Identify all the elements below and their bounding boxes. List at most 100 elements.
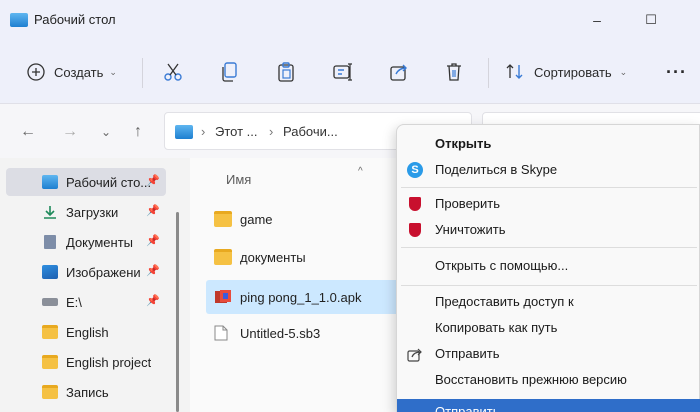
folder-icon: [214, 249, 232, 265]
context-menu: Открыть S Поделиться в Skype Проверить У…: [396, 124, 700, 412]
column-header-name[interactable]: Имя: [226, 172, 251, 187]
maximize-button[interactable]: ☐: [636, 8, 666, 32]
breadcrumb-this-pc[interactable]: Этот ...: [215, 124, 258, 139]
command-bar: Создать ⌄ Сортировать ⌄ ···: [0, 40, 700, 104]
pin-icon: 📌: [146, 295, 160, 307]
menu-item-label: Отправить: [435, 346, 500, 361]
menu-item-label: Проверить: [435, 196, 501, 211]
sort-label: Сортировать: [534, 64, 612, 80]
mcafee-icon: [409, 223, 421, 237]
rename-button[interactable]: [332, 58, 354, 86]
pin-icon: 📌: [146, 175, 160, 187]
drive-icon: [42, 298, 58, 306]
recent-locations-button[interactable]: ⌄: [96, 122, 116, 142]
share-icon: [407, 346, 423, 362]
cut-button[interactable]: [162, 58, 184, 86]
menu-item-send-to[interactable]: Отправить: [397, 399, 700, 412]
menu-item-share[interactable]: Отправить: [397, 341, 700, 367]
create-button[interactable]: Создать ⌄: [26, 58, 117, 86]
breadcrumb-separator: ›: [269, 124, 274, 139]
minimize-button[interactable]: –: [582, 8, 612, 32]
sidebar-item-zapis[interactable]: Запись: [6, 378, 166, 406]
forward-button[interactable]: →: [60, 122, 80, 142]
paste-button[interactable]: [276, 58, 296, 86]
folder-icon: [42, 325, 58, 339]
apk-icon: [214, 289, 232, 305]
sidebar-item-label: Запись: [66, 384, 109, 400]
menu-item-label: Поделиться в Skype: [435, 162, 558, 177]
folder-icon: [42, 355, 58, 369]
documents-icon: [44, 235, 56, 249]
toolbar-divider: [488, 58, 489, 88]
file-name: game: [240, 211, 273, 227]
file-name: ping pong_1_1.0.apk: [240, 289, 362, 305]
sidebar-item-label: E:\: [66, 294, 82, 310]
menu-item-share-skype[interactable]: S Поделиться в Skype: [397, 157, 700, 183]
sidebar-item-pictures[interactable]: Изображени 📌: [6, 258, 166, 286]
sidebar-item-label: Изображени: [66, 264, 141, 280]
pin-icon: 📌: [146, 235, 160, 247]
pictures-icon: [42, 265, 58, 279]
sidebar-item-drive-e[interactable]: E:\ 📌: [6, 288, 166, 316]
back-button[interactable]: ←: [18, 122, 38, 142]
sidebar-item-downloads[interactable]: Загрузки 📌: [6, 198, 166, 226]
menu-item-give-access[interactable]: Предоставить доступ к: [397, 289, 700, 315]
sidebar-item-english[interactable]: English: [6, 318, 166, 346]
menu-item-scan[interactable]: Проверить: [397, 191, 700, 217]
clipboard-icon: [276, 61, 296, 83]
file-name: документы: [240, 249, 306, 265]
menu-divider: [401, 187, 697, 188]
file-row[interactable]: документы: [206, 242, 416, 272]
toolbar-divider: [142, 58, 143, 88]
file-row[interactable]: ping pong_1_1.0.apk: [206, 280, 416, 314]
menu-item-copy-path[interactable]: Копировать как путь: [397, 315, 700, 341]
sidebar-scrollbar[interactable]: [176, 212, 179, 412]
trash-icon: [444, 61, 464, 83]
sidebar-item-label: Загрузки: [66, 204, 119, 220]
desktop-folder-icon: [175, 125, 193, 139]
sort-button[interactable]: Сортировать ⌄: [504, 58, 627, 86]
menu-item-label: Открыть: [435, 136, 492, 151]
menu-item-restore-version[interactable]: Восстановить прежнюю версию: [397, 367, 700, 393]
sidebar-item-label: Документы: [66, 234, 134, 250]
sidebar-item-desktop[interactable]: Рабочий сто... 📌: [6, 168, 166, 196]
file-row[interactable]: game: [206, 204, 416, 234]
pin-icon: 📌: [146, 205, 160, 217]
up-button[interactable]: ↑: [128, 122, 148, 142]
desktop-icon: [42, 175, 58, 189]
title-bar: Рабочий стол – ☐: [0, 0, 700, 40]
plus-circle-icon: [26, 62, 46, 82]
menu-item-open[interactable]: Открыть: [397, 131, 700, 157]
folder-icon: [214, 211, 232, 227]
copy-icon: [220, 61, 240, 83]
menu-item-shred[interactable]: Уничтожить: [397, 217, 700, 243]
share-button[interactable]: [388, 58, 410, 86]
menu-item-label: Восстановить прежнюю версию: [435, 372, 627, 387]
copy-button[interactable]: [220, 58, 240, 86]
delete-button[interactable]: [444, 58, 464, 86]
file-row[interactable]: Untitled-5.sb3: [206, 318, 416, 348]
menu-divider: [401, 285, 697, 286]
sidebar-item-documents[interactable]: Документы 📌: [6, 228, 166, 256]
share-icon: [388, 61, 410, 83]
breadcrumb-desktop[interactable]: Рабочи...: [283, 124, 338, 139]
menu-divider: [401, 247, 697, 248]
scissors-icon: [162, 61, 184, 83]
window-title: Рабочий стол: [34, 12, 116, 27]
file-icon: [214, 325, 232, 341]
create-label: Создать: [54, 64, 104, 80]
file-name: Untitled-5.sb3: [240, 325, 321, 341]
chevron-down-icon: ⌄: [619, 66, 628, 77]
navigation-pane: Рабочий сто... 📌 Загрузки 📌 Документы 📌 …: [0, 158, 180, 412]
menu-item-label: Предоставить доступ к: [435, 294, 574, 309]
skype-icon: S: [407, 162, 423, 178]
more-options-button[interactable]: ···: [666, 58, 687, 86]
menu-item-label: Открыть с помощью...: [435, 258, 569, 273]
sidebar-item-english-project[interactable]: English project: [6, 348, 166, 376]
sidebar-item-label: English project: [66, 354, 152, 370]
download-icon: [42, 205, 58, 219]
menu-item-open-with[interactable]: Открыть с помощью...: [397, 253, 700, 279]
mcafee-icon: [409, 197, 421, 211]
menu-item-label: Копировать как путь: [435, 320, 558, 335]
menu-item-label: Уничтожить: [435, 222, 506, 237]
